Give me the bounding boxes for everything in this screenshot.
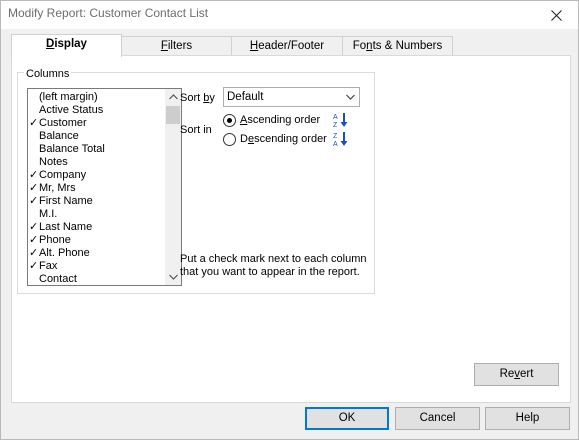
tab-fonts-numbers[interactable]: Fonts & Numbers (342, 36, 453, 56)
close-button[interactable] (534, 1, 578, 29)
revert-label-pre: Re (499, 368, 515, 380)
columns-group-label: Columns (24, 68, 72, 80)
cancel-button[interactable]: Cancel (395, 407, 480, 430)
list-item-label: Active Status (39, 104, 104, 116)
checkmark-icon: ✓ (29, 182, 39, 194)
descending-label-pre: D (240, 133, 248, 145)
ok-button[interactable]: OK (305, 407, 389, 430)
list-item-label: Balance (39, 130, 79, 142)
list-item[interactable]: ✓ Alt. Phone (28, 247, 168, 260)
title-bar: Modify Report: Customer Contact List (1, 1, 578, 29)
tab-label-pre: Fo (352, 40, 367, 52)
svg-text:A: A (333, 141, 338, 147)
tab-display[interactable]: Display (11, 34, 122, 57)
list-item[interactable]: ✓ Company (28, 169, 168, 182)
list-item-label: Notes (39, 156, 68, 168)
sort-by-select[interactable]: Default (223, 87, 360, 107)
list-item-label: Last Name (39, 221, 93, 233)
list-item[interactable]: Contact (28, 273, 168, 285)
checkmark-icon: ✓ (29, 221, 39, 233)
list-item[interactable]: ✓ Customer (28, 117, 168, 130)
chevron-up-icon (168, 94, 178, 100)
sort-by-label: Sort by (180, 92, 215, 104)
list-item[interactable]: Active Status (28, 104, 168, 117)
list-item-label: Customer (39, 117, 87, 129)
scroll-up-button[interactable] (165, 89, 181, 105)
ascending-radio[interactable] (223, 113, 236, 127)
list-item-label: M.I. (39, 208, 58, 220)
ascending-label-post: scending order (247, 114, 321, 126)
sort-by-label-pre: Sort (180, 92, 204, 104)
list-item[interactable]: ✓ Fax (28, 260, 168, 273)
chevron-down-icon (343, 90, 357, 104)
descending-label-post: scending order (254, 133, 327, 145)
checkmark-icon: ✓ (29, 117, 39, 129)
tab-label-post: ilters (167, 40, 193, 52)
list-item-label: (left margin) (39, 91, 98, 103)
descending-label: Descending order (240, 133, 327, 145)
close-icon (550, 9, 562, 21)
tab-label-mnemonic: H (249, 40, 259, 52)
list-item[interactable]: Notes (28, 156, 168, 169)
list-item-label: Balance Total (39, 143, 105, 155)
list-item[interactable]: Balance Total (28, 143, 168, 156)
svg-text:Z: Z (333, 133, 338, 140)
revert-label-post: ert (520, 368, 534, 380)
list-item[interactable]: ✓ Phone (28, 234, 168, 247)
descending-radio-option[interactable]: Descending order (223, 131, 327, 147)
svg-text:Z: Z (333, 122, 338, 128)
modify-report-dialog: Modify Report: Customer Contact List Dis… (0, 0, 579, 440)
ascending-radio-option[interactable]: Ascending order (223, 112, 320, 128)
checkmark-icon: ✓ (29, 195, 39, 207)
columns-hint-text: Put a check mark next to each column tha… (180, 253, 367, 278)
tab-header-footer[interactable]: Header/Footer (231, 36, 343, 56)
columns-list[interactable]: (left margin) Active Status ✓ Customer Balan… (27, 88, 182, 286)
sort-descending-icon: Z A (333, 132, 348, 147)
list-item-label: Company (39, 169, 87, 181)
list-item[interactable]: Balance (28, 130, 168, 143)
list-item-label: Alt. Phone (39, 247, 90, 259)
sort-ascending-icon: A Z (333, 113, 348, 128)
sort-by-label-post: y (209, 92, 215, 104)
list-item-label: Phone (39, 234, 71, 246)
tab-label-post: eader/Footer (258, 40, 325, 52)
chevron-down-icon (168, 274, 178, 280)
tab-label-post: ts & Numbers (372, 40, 443, 52)
help-button[interactable]: Help (485, 407, 570, 430)
descending-radio[interactable] (223, 132, 236, 146)
list-item[interactable]: (left margin) (28, 91, 168, 104)
sort-by-value: Default (227, 91, 264, 103)
checkmark-icon: ✓ (29, 260, 39, 272)
checkmark-icon: ✓ (29, 169, 39, 181)
list-item-label: First Name (39, 195, 93, 207)
list-item[interactable]: ✓ Mr, Mrs (28, 182, 168, 195)
list-item-label: Mr, Mrs (39, 182, 76, 194)
checkmark-icon: ✓ (29, 234, 39, 246)
scroll-thumb[interactable] (166, 106, 180, 124)
list-item-label: Fax (39, 260, 58, 272)
list-item[interactable]: ✓ First Name (28, 195, 168, 208)
display-tab-panel: Columns (left margin) Active Status ✓ Custo… (11, 55, 571, 403)
columns-list-items: (left margin) Active Status ✓ Customer Balan… (28, 91, 168, 285)
tab-label-post: isplay (54, 38, 87, 50)
columns-scrollbar[interactable] (165, 89, 181, 285)
window-title: Modify Report: Customer Contact List (8, 6, 209, 20)
ascending-label: Ascending order (240, 114, 320, 126)
revert-button[interactable]: Revert (474, 363, 559, 386)
list-item[interactable]: M.I. (28, 208, 168, 221)
scroll-down-button[interactable] (165, 269, 181, 285)
tab-label-mnemonic: F (160, 40, 168, 52)
sort-in-label: Sort in (180, 124, 212, 136)
list-item[interactable]: ✓ Last Name (28, 221, 168, 234)
tab-strip: Display Filters Header/Footer Fonts & Nu… (11, 34, 571, 57)
svg-text:A: A (333, 114, 338, 121)
tab-filters[interactable]: Filters (121, 36, 232, 56)
list-item-label: Contact (39, 273, 77, 285)
checkmark-icon: ✓ (29, 247, 39, 259)
